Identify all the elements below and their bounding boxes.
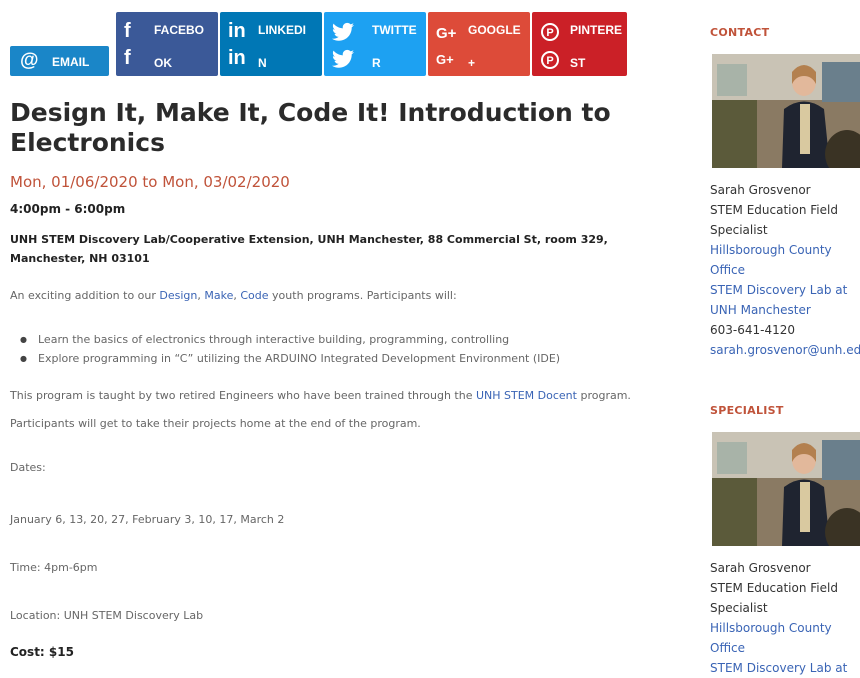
contact-title-1: STEM Education Field <box>710 203 838 217</box>
svg-text:P: P <box>546 55 553 67</box>
office-link-2[interactable]: Office <box>710 260 860 280</box>
twitter-bird-icon <box>332 22 354 41</box>
stem-docent-link[interactable]: UNH STEM Docent <box>476 389 577 402</box>
docent-text-end: program. <box>576 389 631 402</box>
cost-line: Cost: $15 <box>10 645 74 659</box>
code-link[interactable]: Code <box>240 289 268 302</box>
make-link[interactable]: Make <box>204 289 233 302</box>
dates-label: Dates: <box>10 461 46 474</box>
google-plus-label-line2: + <box>468 56 476 70</box>
specialist-name: Sarah Grosvenor <box>710 561 811 575</box>
event-date-range: Mon, 01/06/2020 to Mon, 03/02/2020 <box>10 173 290 191</box>
person-photo-image <box>712 54 860 168</box>
location-line: Location: UNH STEM Discovery Lab <box>10 609 204 622</box>
event-location: UNH STEM Discovery Lab/Cooperative Exten… <box>10 233 608 265</box>
at-icon: @ <box>20 50 39 71</box>
office-link-1[interactable]: Hillsborough County <box>710 240 860 260</box>
google-plus-label-line1: GOOGLE <box>468 23 521 37</box>
pinterest-icon: P <box>541 23 559 41</box>
facebook-label-line2: OK <box>154 56 172 70</box>
contact-photo <box>712 54 860 168</box>
contact-phone: 603-641-4120 <box>710 323 796 337</box>
facebook-share-button[interactable]: f f FACEBO OK <box>116 12 218 76</box>
contact-title-2: Specialist <box>710 223 768 237</box>
list-item: Explore programming in “C” utilizing the… <box>20 349 560 368</box>
facebook-icon: f <box>124 47 131 69</box>
email-share-button[interactable]: @ EMAIL <box>10 46 109 76</box>
docent-text: This program is taught by two retired En… <box>10 389 476 402</box>
intro-text-end: youth programs. Participants will: <box>268 289 457 302</box>
twitter-share-button[interactable]: TWITTE R <box>324 12 426 76</box>
list-item: Learn the basics of electronics through … <box>20 330 560 349</box>
linkedin-icon: in <box>228 20 246 42</box>
specialist-office-link-1[interactable]: Hillsborough County <box>710 618 847 638</box>
twitter-bird-icon <box>332 49 354 68</box>
lab-link-2[interactable]: UNH Manchester <box>710 300 860 320</box>
linkedin-icon: in <box>228 47 246 69</box>
svg-text:P: P <box>546 27 553 39</box>
contact-email-link[interactable]: sarah.grosvenor@unh.edu <box>710 340 860 360</box>
specialist-office-link-2[interactable]: Office <box>710 638 847 658</box>
facebook-label-line1: FACEBO <box>154 23 205 37</box>
objectives-list: Learn the basics of electronics through … <box>20 330 560 368</box>
contact-info: Sarah Grosvenor STEM Education Field Spe… <box>710 180 860 360</box>
specialist-heading: SPECIALIST <box>710 404 784 417</box>
specialist-lab-link-1[interactable]: STEM Discovery Lab at <box>710 658 847 678</box>
docent-paragraph: This program is taught by two retired En… <box>10 389 631 402</box>
event-title: Design It, Make It, Code It! Introductio… <box>10 98 611 157</box>
intro-paragraph: An exciting addition to our Design, Make… <box>10 289 457 302</box>
twitter-label-line1: TWITTE <box>372 23 417 37</box>
facebook-icon: f <box>124 20 131 42</box>
google-plus-icon: G+ <box>436 25 457 42</box>
linkedin-label-line2: N <box>258 56 267 70</box>
time-line: Time: 4pm-6pm <box>10 561 98 574</box>
pinterest-label-line2: ST <box>570 56 586 70</box>
specialist-info: Sarah Grosvenor STEM Education Field Spe… <box>710 558 847 678</box>
linkedin-share-button[interactable]: in in LINKEDI N <box>220 12 322 76</box>
dates-list: January 6, 13, 20, 27, February 3, 10, 1… <box>10 513 285 526</box>
specialist-photo <box>712 432 860 546</box>
design-link[interactable]: Design <box>159 289 197 302</box>
lab-link-1[interactable]: STEM Discovery Lab at <box>710 280 860 300</box>
specialist-title-2: Specialist <box>710 601 768 615</box>
share-bar: @ EMAIL f f FACEBO OK in in LINKEDI N TW… <box>10 0 630 80</box>
takehome-paragraph: Participants will get to take their proj… <box>10 417 421 430</box>
event-time: 4:00pm - 6:00pm <box>10 202 126 216</box>
linkedin-label-line1: LINKEDI <box>258 23 306 37</box>
email-share-label: EMAIL <box>52 55 90 69</box>
twitter-label-line2: R <box>372 56 381 70</box>
google-plus-icon: G+ <box>436 52 454 67</box>
person-photo-image <box>712 432 860 546</box>
specialist-title-1: STEM Education Field <box>710 581 838 595</box>
pinterest-share-button[interactable]: P P PINTERE ST <box>532 12 627 76</box>
google-plus-share-button[interactable]: G+ G+ GOOGLE + <box>428 12 530 76</box>
contact-heading: CONTACT <box>710 26 770 39</box>
intro-text: An exciting addition to our <box>10 289 160 302</box>
pinterest-label-line1: PINTERE <box>570 23 623 37</box>
contact-name: Sarah Grosvenor <box>710 183 811 197</box>
pinterest-icon: P <box>541 51 559 69</box>
